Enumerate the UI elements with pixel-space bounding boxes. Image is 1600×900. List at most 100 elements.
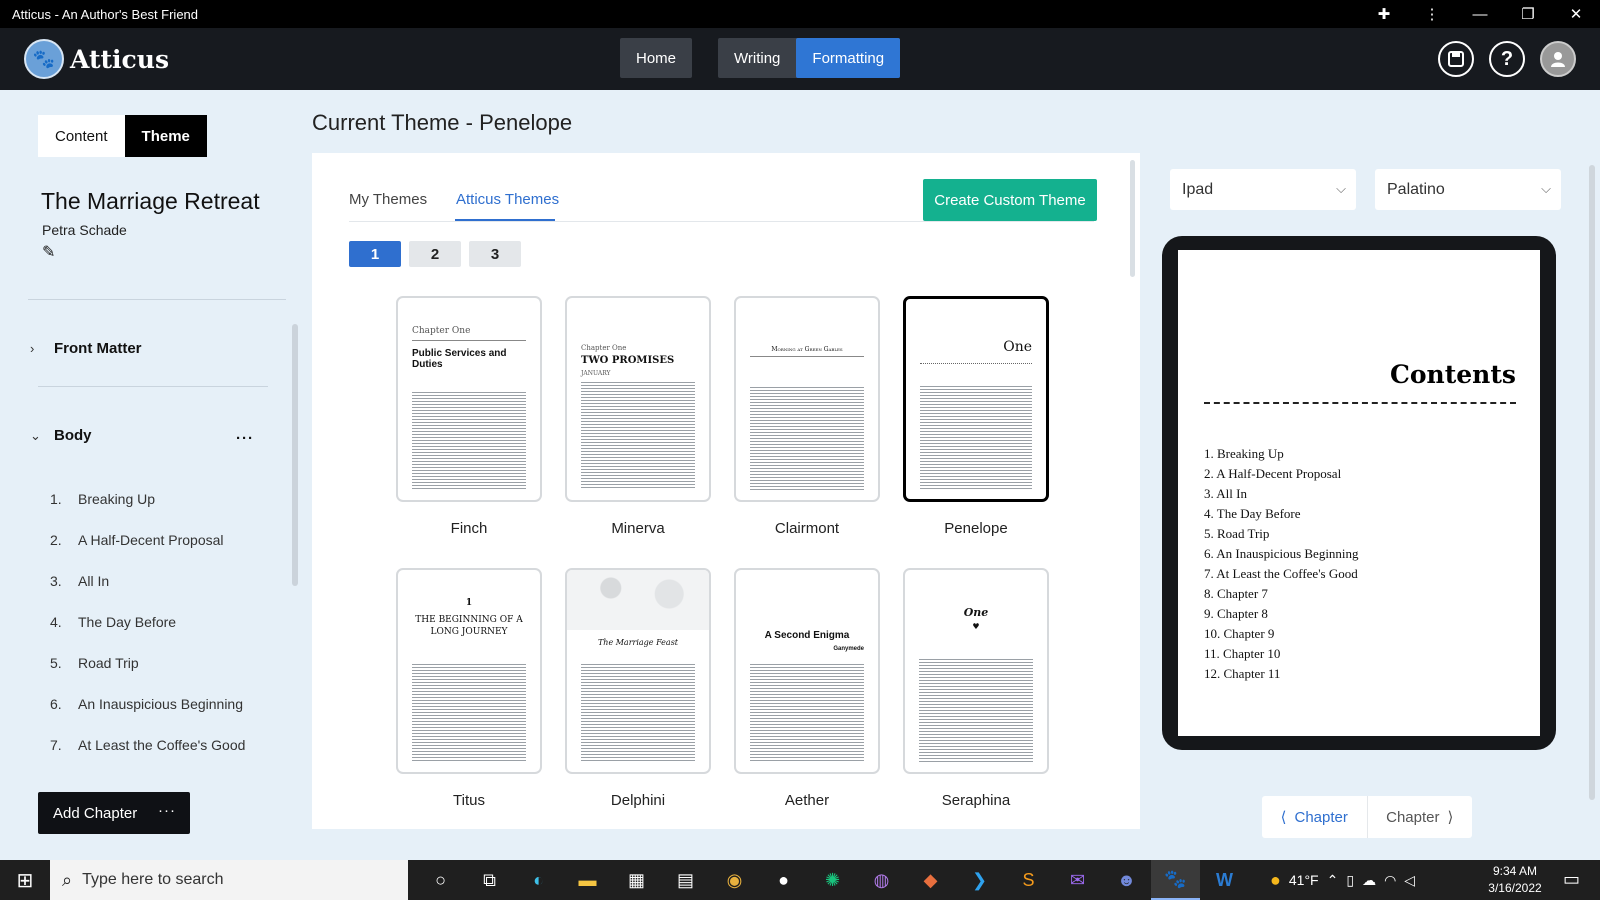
edge-icon[interactable]: ◐ <box>514 860 563 900</box>
toc-item[interactable]: 2. A Half-Decent Proposal <box>1204 466 1359 486</box>
create-custom-theme-button[interactable]: Create Custom Theme <box>923 179 1097 221</box>
chapter-item[interactable]: 4. The Day Before <box>50 614 176 630</box>
toc-item[interactable]: 9. Chapter 8 <box>1204 606 1359 626</box>
chapter-item[interactable]: 1. Breaking Up <box>50 491 155 507</box>
toc-item[interactable]: 10. Chapter 9 <box>1204 626 1359 646</box>
chapter-item[interactable]: 7. At Least the Coffee's Good <box>50 737 245 753</box>
cortana-icon[interactable]: ○ <box>416 860 465 900</box>
front-matter-label: Front Matter <box>54 340 142 357</box>
system-clock[interactable]: 9:34 AM 3/16/2022 <box>1475 863 1555 897</box>
help-icon[interactable]: ? <box>1489 41 1525 77</box>
theme-card-aether[interactable]: A Second Enigma Ganymede Aether <box>734 568 880 809</box>
contents-divider <box>1204 402 1516 404</box>
wifi-icon[interactable]: ◠ <box>1384 872 1396 889</box>
theme-card-delphini[interactable]: The Marriage Feast Delphini <box>565 568 711 809</box>
git-icon[interactable]: ◆ <box>906 860 955 900</box>
theme-card-minerva[interactable]: Chapter One TWO PROMISES JANUARY Minerva <box>565 296 711 537</box>
body-label: Body <box>54 427 92 444</box>
tray-dropbox-icon[interactable]: ☁ <box>1362 872 1376 889</box>
chapter-item[interactable]: 3. All In <box>50 573 109 589</box>
weather-icon[interactable]: ● <box>1270 870 1281 891</box>
add-chapter-button[interactable]: Add Chapter ··· <box>38 792 190 834</box>
discord-icon[interactable]: ☻ <box>1102 860 1151 900</box>
page-button-2[interactable]: 2 <box>409 241 461 267</box>
chapter-item[interactable]: 5. Road Trip <box>50 655 139 671</box>
chapter-item[interactable]: 2. A Half-Decent Proposal <box>50 532 224 548</box>
search-icon: ⌕ <box>62 869 73 890</box>
minimize-button[interactable]: — <box>1456 0 1504 28</box>
theme-name: Minerva <box>611 520 665 537</box>
file-explorer-icon[interactable]: ▬ <box>563 860 612 900</box>
theme-card-seraphina[interactable]: One ♥ Seraphina <box>903 568 1049 809</box>
app-icon[interactable]: ● <box>759 860 808 900</box>
atticus-taskbar-icon[interactable]: 🐾 <box>1151 860 1200 900</box>
vscode-icon[interactable]: ❯ <box>955 860 1004 900</box>
sublime-icon[interactable]: S <box>1004 860 1053 900</box>
theme-card-penelope[interactable]: One Penelope <box>903 296 1049 537</box>
tray-chevron-icon[interactable]: ⌃ <box>1327 872 1339 889</box>
heart-icon: ♥ <box>972 622 980 631</box>
nav-home-button[interactable]: Home <box>620 38 692 78</box>
toc-item[interactable]: 4. The Day Before <box>1204 506 1359 526</box>
page-button-3[interactable]: 3 <box>469 241 521 267</box>
body-section[interactable]: ⌄ Body <box>30 427 92 444</box>
maximize-button[interactable]: ❐ <box>1504 0 1552 28</box>
page-button-1[interactable]: 1 <box>349 241 401 267</box>
github-icon[interactable]: ◍ <box>857 860 906 900</box>
toc-item[interactable]: 6. An Inauspicious Beginning <box>1204 546 1359 566</box>
more-vert-icon[interactable]: ⋮ <box>1408 0 1456 28</box>
nav-writing-button[interactable]: Writing <box>718 38 796 78</box>
edit-book-icon[interactable]: ✎ <box>42 242 55 262</box>
user-avatar-icon[interactable] <box>1540 41 1576 77</box>
thumb-heading: THE BEGINNING OF A LONG JOURNEY <box>415 615 523 637</box>
app-logo[interactable]: 🐾 Atticus <box>24 39 169 79</box>
tab-theme[interactable]: Theme <box>124 115 207 157</box>
theme-card-clairmont[interactable]: Morning at Green Gables Clairmont <box>734 296 880 537</box>
extensions-icon[interactable]: ✚ <box>1360 0 1408 28</box>
thumb-chapter-label: Chapter One <box>412 326 526 341</box>
font-select[interactable]: Palatino ⌵ <box>1375 169 1561 210</box>
nav-formatting-button[interactable]: Formatting <box>796 38 901 78</box>
themes-scrollbar[interactable] <box>1130 160 1135 277</box>
window-title: Atticus - An Author's Best Friend <box>12 6 199 22</box>
chapter-number: 4. <box>50 614 62 630</box>
messenger-icon[interactable]: ✉ <box>1053 860 1102 900</box>
sidebar-scrollbar[interactable] <box>292 324 298 586</box>
toc-item[interactable]: 11. Chapter 10 <box>1204 646 1359 666</box>
word-icon[interactable]: W <box>1200 860 1249 900</box>
theme-name: Penelope <box>944 520 1008 537</box>
prev-chapter-button[interactable]: ⟨ Chapter <box>1262 796 1368 838</box>
tab-atticus-themes[interactable]: Atticus Themes <box>456 191 559 208</box>
toc-item[interactable]: 12. Chapter 11 <box>1204 666 1359 686</box>
theme-card-finch[interactable]: Chapter One Public Services and Duties F… <box>396 296 542 537</box>
close-button[interactable]: ✕ <box>1552 0 1600 28</box>
body-options-button[interactable]: ··· <box>236 430 254 447</box>
tab-content[interactable]: Content <box>38 115 125 157</box>
task-view-icon[interactable]: ⧉ <box>465 860 514 900</box>
tab-my-themes[interactable]: My Themes <box>349 191 427 208</box>
next-chapter-button[interactable]: Chapter ⟩ <box>1368 796 1473 838</box>
store-icon[interactable]: ▦ <box>612 860 661 900</box>
toc-item[interactable]: 1. Breaking Up <box>1204 446 1359 466</box>
toc-item[interactable]: 7. At Least the Coffee's Good <box>1204 566 1359 586</box>
chapter-item[interactable]: 6. An Inauspicious Beginning <box>50 696 243 712</box>
toc-item[interactable]: 5. Road Trip <box>1204 526 1359 546</box>
chrome-icon[interactable]: ◉ <box>710 860 759 900</box>
device-select[interactable]: Ipad ⌵ <box>1170 169 1356 210</box>
add-chapter-options-icon[interactable]: ··· <box>158 802 176 819</box>
temperature[interactable]: 41°F <box>1289 872 1319 888</box>
notifications-icon[interactable]: ▭ <box>1563 869 1580 890</box>
chatgpt-icon[interactable]: ✺ <box>808 860 857 900</box>
theme-card-titus[interactable]: 1 THE BEGINNING OF A LONG JOURNEY Titus <box>396 568 542 809</box>
calculator-icon[interactable]: ▤ <box>661 860 710 900</box>
toc-item[interactable]: 8. Chapter 7 <box>1204 586 1359 606</box>
tray-device-icon[interactable]: ▯ <box>1346 872 1354 889</box>
windows-start-icon[interactable]: ⊞ <box>0 860 50 900</box>
system-tray: ● 41°F ⌃ ▯ ☁ ◠ ◁ <box>1270 860 1423 900</box>
preview-scrollbar[interactable] <box>1589 165 1595 800</box>
front-matter-section[interactable]: › Front Matter <box>30 340 142 357</box>
volume-icon[interactable]: ◁ <box>1404 872 1415 889</box>
taskbar-search[interactable]: ⌕ Type here to search <box>50 860 408 900</box>
toc-item[interactable]: 3. All In <box>1204 486 1359 506</box>
save-icon[interactable] <box>1438 41 1474 77</box>
